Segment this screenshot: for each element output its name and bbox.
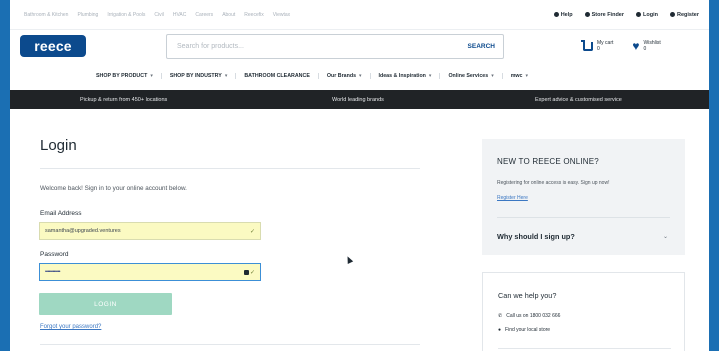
utility-links: Bathroom & Kitchen Plumbing Irrigation &… — [24, 12, 290, 18]
why-sign-up-toggle[interactable]: Why should I sign up? — [497, 232, 575, 241]
find-store-link[interactable]: ● Find your local store — [498, 327, 550, 333]
nav-ideas-inspiration[interactable]: Ideas & Inspiration ▾ — [371, 73, 441, 79]
benefit-brands: World leading brands — [332, 96, 384, 103]
chevron-down-icon: ▾ — [525, 73, 528, 79]
util-link[interactable]: About — [222, 12, 235, 18]
mouse-cursor-icon — [344, 255, 354, 264]
wishlist-link[interactable]: ♥ Wishlist 0 — [632, 40, 660, 52]
util-link[interactable]: Bathroom & Kitchen — [24, 12, 68, 18]
login-link[interactable]: Login — [636, 12, 658, 18]
utility-account-links: Help Store Finder Login Register — [553, 12, 699, 18]
utility-bar: Bathroom & Kitchen Plumbing Irrigation &… — [10, 0, 709, 30]
util-link[interactable]: HVAC — [173, 12, 187, 18]
benefit-advice: Expert advice & customised service — [535, 96, 622, 103]
nav-our-brands[interactable]: Our Brands ▾ — [319, 73, 371, 79]
check-icon: ✓ — [249, 269, 255, 276]
help-panel: Can we help you? ✆ Call us on 1800 032 6… — [482, 272, 685, 351]
help-link[interactable]: Help — [553, 12, 573, 18]
page-title: Login — [40, 137, 77, 154]
register-link[interactable]: Register — [669, 12, 699, 18]
cart-icon — [581, 39, 593, 51]
login-button[interactable]: LOGIN — [39, 293, 172, 315]
browser-page: Bathroom & Kitchen Plumbing Irrigation &… — [10, 0, 709, 351]
main-nav: SHOP BY PRODUCT ▾ SHOP BY INDUSTRY ▾ BATHR… — [10, 62, 709, 90]
location-pin-icon — [584, 12, 590, 17]
password-label: Password — [40, 251, 69, 258]
forgot-password-link[interactable]: Forgot your password? — [40, 324, 101, 330]
cart-count: 0 — [597, 46, 600, 52]
util-link[interactable]: Irrigation & Pools — [107, 12, 145, 18]
password-value: •••••••••••• — [45, 269, 61, 275]
help-icon — [553, 12, 559, 17]
divider — [497, 217, 670, 218]
email-value: samantha@upgraded.ventures — [45, 228, 121, 234]
register-here-link[interactable]: Register Here — [497, 195, 528, 201]
register-icon — [669, 12, 675, 17]
chevron-down-icon: ▾ — [491, 73, 494, 79]
search-input[interactable]: Search for products... — [177, 43, 244, 50]
util-link[interactable]: Careers — [195, 12, 213, 18]
store-finder-link[interactable]: Store Finder — [584, 12, 624, 18]
new-customer-panel: NEW TO REECE ONLINE? Registering for onl… — [482, 139, 685, 255]
nav-online-services[interactable]: Online Services ▾ — [440, 73, 503, 79]
reece-logo[interactable]: reece — [20, 35, 86, 57]
email-label: Email Address — [40, 210, 82, 217]
nav-shop-by-product[interactable]: SHOP BY PRODUCT ▾ — [88, 73, 162, 79]
util-link[interactable]: Plumbing — [77, 12, 98, 18]
new-customer-title: NEW TO REECE ONLINE? — [497, 157, 599, 166]
location-pin-icon: ● — [498, 327, 502, 333]
divider — [40, 344, 420, 345]
password-field[interactable]: •••••••••••• ✓ — [39, 263, 261, 281]
divider — [498, 348, 671, 349]
chevron-down-icon: ▾ — [359, 73, 362, 79]
call-us-link[interactable]: ✆ Call us on 1800 032 666 — [498, 313, 560, 319]
help-title: Can we help you? — [498, 291, 557, 300]
site-header: reece Search for products... SEARCH My c… — [10, 30, 709, 62]
chevron-down-icon: ▾ — [150, 73, 153, 79]
util-link[interactable]: Viewtax — [273, 12, 290, 18]
welcome-text: Welcome back! Sign in to your online acc… — [40, 185, 187, 192]
nav-bathroom-clearance[interactable]: BATHROOM CLEARANCE — [236, 73, 319, 79]
user-icon — [636, 12, 642, 17]
search-button[interactable]: SEARCH — [468, 43, 495, 50]
check-icon: ✓ — [249, 228, 255, 235]
util-link[interactable]: Reecefix — [244, 12, 263, 18]
heart-icon: ♥ — [632, 39, 640, 53]
benefit-pickup: Pickup & return from 450+ locations — [80, 96, 168, 103]
search-box[interactable]: Search for products... SEARCH — [166, 33, 504, 59]
util-link[interactable]: Civil — [154, 12, 163, 18]
benefits-strip: Pickup & return from 450+ locations Worl… — [10, 90, 709, 109]
nav-shop-by-industry[interactable]: SHOP BY INDUSTRY ▾ — [162, 73, 237, 79]
divider — [40, 168, 420, 169]
cart-link[interactable]: My cart 0 — [581, 39, 613, 52]
chevron-down-icon: ▾ — [224, 73, 228, 79]
new-customer-desc: Registering for online access is easy. S… — [497, 180, 610, 186]
chevron-down-icon[interactable]: ⌄ — [663, 233, 668, 240]
phone-icon: ✆ — [498, 313, 503, 319]
wishlist-count: 0 — [643, 46, 647, 52]
chevron-down-icon: ▾ — [428, 73, 432, 79]
password-manager-icon[interactable] — [243, 269, 249, 275]
nav-mwc[interactable]: mwc ▾ — [503, 73, 536, 79]
email-field[interactable]: samantha@upgraded.ventures ✓ — [39, 222, 261, 240]
